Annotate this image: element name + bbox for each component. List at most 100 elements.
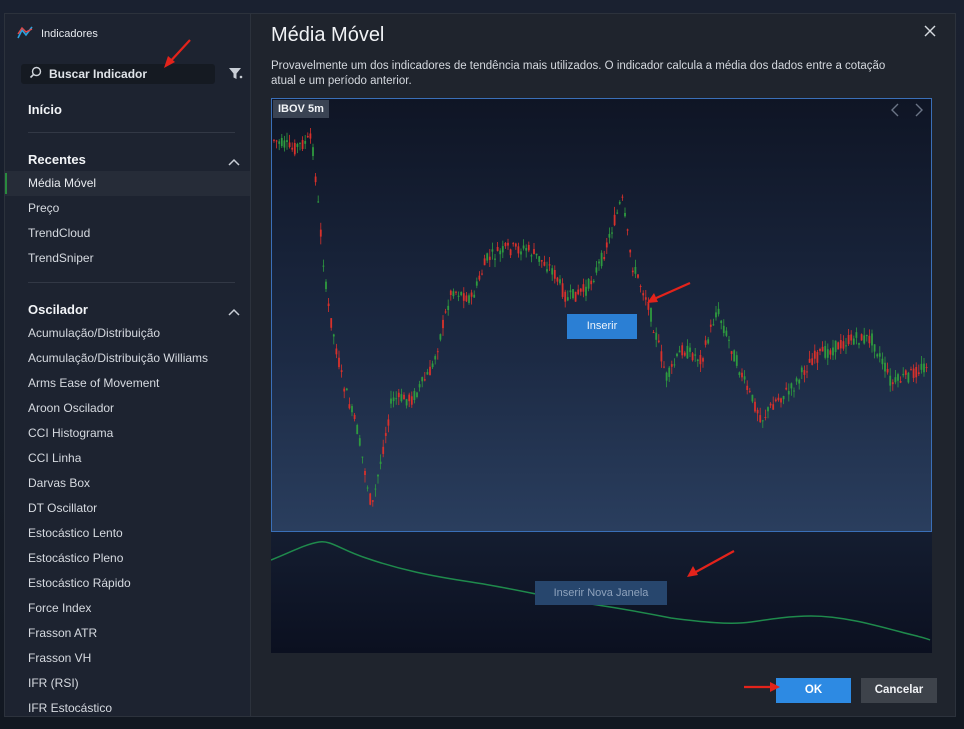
candle	[605, 237, 608, 254]
candle	[769, 402, 772, 409]
candle	[413, 388, 416, 404]
sidebar-item-trendsniper[interactable]: TrendSniper	[5, 246, 250, 271]
candle	[850, 330, 853, 345]
sidebar-item-preco[interactable]: Preço	[5, 196, 250, 221]
sidebar-item-indicator[interactable]: Estocástico Rápido	[5, 571, 250, 596]
chevron-up-icon[interactable]	[228, 303, 240, 321]
candle	[803, 365, 806, 383]
candle	[273, 138, 275, 143]
candle	[377, 473, 379, 484]
candle	[577, 284, 580, 296]
candle	[514, 242, 517, 250]
candle	[816, 350, 819, 371]
sidebar-item-indicator[interactable]: Acumulação/Distribuição Williams	[5, 346, 250, 371]
candle	[925, 363, 928, 373]
candle	[520, 248, 522, 261]
candle	[408, 392, 411, 408]
candle	[863, 327, 866, 345]
sidebar-item-indicator[interactable]: IFR (RSI)	[5, 671, 250, 696]
sidebar-item-trendcloud[interactable]: TrendCloud	[5, 221, 250, 246]
candle	[304, 134, 307, 150]
candle	[540, 259, 543, 268]
sidebar-item-indicator[interactable]: Estocástico Lento	[5, 521, 250, 546]
search-input[interactable]: Buscar Indicador	[21, 64, 215, 84]
candle	[702, 356, 704, 368]
candle	[525, 244, 528, 258]
sidebar-item-indicator[interactable]: Frasson VH	[5, 646, 250, 671]
candle	[598, 259, 600, 271]
candle	[371, 499, 374, 507]
insert-button[interactable]: Inserir	[567, 314, 637, 339]
sidebar-item-indicator[interactable]: DT Oscillator	[5, 496, 250, 521]
candle	[639, 284, 642, 293]
candle	[522, 239, 525, 251]
candle	[764, 409, 767, 421]
candle	[787, 383, 790, 402]
ok-button[interactable]: OK	[776, 678, 851, 703]
sidebar-item-indicator[interactable]: Arms Ease of Movement	[5, 371, 250, 396]
candle	[369, 492, 372, 506]
candle	[678, 345, 681, 353]
candle	[613, 206, 616, 227]
candle	[278, 139, 281, 151]
candle	[676, 352, 678, 358]
section-recentes-title[interactable]: Recentes	[28, 152, 86, 167]
candle	[611, 226, 613, 239]
candle	[665, 371, 668, 388]
candle	[280, 133, 283, 148]
candle	[704, 335, 707, 348]
candle	[361, 456, 364, 464]
candle	[871, 329, 873, 353]
candle	[387, 414, 390, 433]
filter-icon[interactable]	[228, 66, 243, 86]
candle	[449, 289, 452, 301]
candle	[590, 276, 593, 291]
candle	[715, 306, 717, 321]
indicators-dialog: Indicadores Buscar Indicador Início Rece…	[4, 13, 956, 717]
candle	[839, 333, 842, 354]
sidebar-item-indicator[interactable]: IFR Estocástico	[5, 696, 250, 716]
candle	[824, 340, 827, 360]
candle	[884, 356, 886, 378]
insert-new-window-button[interactable]: Inserir Nova Janela	[535, 581, 667, 605]
chart-nav-arrows[interactable]	[889, 102, 927, 123]
candle	[878, 346, 881, 363]
candle	[728, 335, 730, 349]
candle	[847, 329, 850, 346]
candle	[587, 277, 590, 292]
candle	[699, 349, 702, 372]
sidebar-item-indicator[interactable]: Darvas Box	[5, 471, 250, 496]
candle	[725, 327, 728, 338]
chevron-up-icon[interactable]	[228, 153, 240, 171]
candle	[920, 355, 923, 374]
sidebar-item-indicator[interactable]: Aroon Oscilador	[5, 396, 250, 421]
candle	[551, 265, 554, 281]
candle	[865, 334, 868, 342]
candle	[592, 279, 595, 284]
candle	[569, 284, 572, 300]
cancel-button[interactable]: Cancelar	[861, 678, 937, 703]
candle	[761, 419, 764, 428]
candle	[652, 329, 655, 334]
sidebar-item-media-movel[interactable]: Média Móvel	[5, 171, 250, 196]
sidebar-item-indicator[interactable]: Estocástico Pleno	[5, 546, 250, 571]
sidebar-item-indicator[interactable]: Acumulação/Distribuição	[5, 321, 250, 346]
sidebar-item-home[interactable]: Início	[28, 102, 62, 117]
candle	[829, 348, 832, 360]
candle	[366, 485, 369, 492]
candle	[392, 391, 395, 408]
candle	[894, 370, 897, 385]
candle	[891, 379, 894, 391]
sidebar-item-indicator[interactable]: CCI Histograma	[5, 421, 250, 446]
candle	[735, 351, 738, 369]
candle	[832, 339, 834, 361]
sidebar-item-indicator[interactable]: Frasson ATR	[5, 621, 250, 646]
candle	[527, 241, 530, 253]
candle	[873, 344, 876, 359]
candle	[642, 290, 645, 301]
candle	[907, 371, 910, 384]
sidebar-item-indicator[interactable]: CCI Linha	[5, 446, 250, 471]
section-oscilador-title[interactable]: Oscilador	[28, 302, 88, 317]
close-icon[interactable]	[923, 24, 937, 43]
sidebar-item-indicator[interactable]: Force Index	[5, 596, 250, 621]
